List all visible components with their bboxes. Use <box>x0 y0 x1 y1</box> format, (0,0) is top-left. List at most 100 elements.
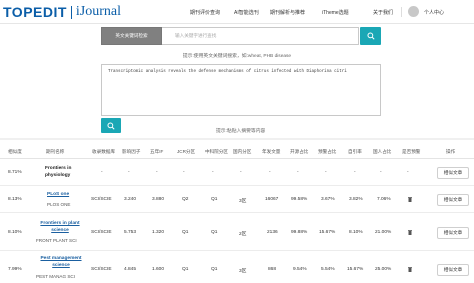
col-jcr: JCR分区 <box>177 149 196 154</box>
nav-item-about[interactable]: 关于我们 <box>373 9 393 16</box>
oa-ratio: 9.54% <box>293 267 307 272</box>
warn-ratio: - <box>325 170 327 175</box>
annual-count: 868 <box>268 267 277 272</box>
five-year-if: - <box>156 170 158 175</box>
user-center-link[interactable]: 个人中心 <box>424 9 444 16</box>
domestic-zone: - <box>240 170 242 175</box>
self-cite: 8.10% <box>349 230 363 235</box>
results-table-header: 相似度 期刊名称 收录数据库 影响因子 五年IF JCR分区 中科院分区 国内分… <box>0 145 474 159</box>
similarity: 8.10% <box>8 230 22 235</box>
domestic-zone: 3区 <box>239 269 247 274</box>
nav-item-journal-eval[interactable]: 期刊评价查询 <box>190 9 220 16</box>
logo-topedit: TOPEDIT <box>3 4 67 20</box>
five-year-if: 1.600 <box>152 267 165 272</box>
cas-quartile: Q1 <box>211 230 218 235</box>
col-warning: 是否预警 <box>402 149 421 154</box>
top-navbar: TOPEDIT iJournal 期刊评价查询 AI智能选刊 期刊解析与推荐 i… <box>0 0 474 24</box>
search-icon <box>366 32 375 40</box>
similar-articles-button[interactable]: 相似文章 <box>437 194 469 206</box>
table-row: 8.10% Frontiers in plant science FRONT P… <box>0 214 474 251</box>
logo[interactable]: TOPEDIT iJournal <box>3 3 121 21</box>
col-self-cite: 自引率 <box>348 149 362 154</box>
five-year-if: 3.880 <box>152 197 165 202</box>
journal-name-link[interactable]: Pest management science <box>37 256 85 269</box>
similar-articles-button[interactable]: 相似文章 <box>437 227 469 239</box>
warn-ratio: 5.54% <box>321 267 335 272</box>
database: SCI/SCIE <box>91 230 112 235</box>
oa-ratio: - <box>297 170 299 175</box>
table-row: 8.13% PLoS one PLOS ONE SCI/SCIE 3.240 3… <box>0 187 474 213</box>
similarity: 7.99% <box>8 267 22 272</box>
trash-icon[interactable] <box>408 230 412 235</box>
journal-abbr: PLOS ONE <box>47 202 71 207</box>
cas-quartile: Q1 <box>211 267 218 272</box>
database: SCI/SCIE <box>91 267 112 272</box>
search-icon <box>107 121 115 130</box>
search-type-select[interactable]: 英文关键词检索 <box>101 27 162 45</box>
col-impact-factor: 影响因子 <box>122 149 141 154</box>
nav-item-itheme[interactable]: iTheme选题 <box>322 9 349 16</box>
cn-ratio: 7.06% <box>377 197 391 202</box>
search-button[interactable] <box>360 27 381 45</box>
journal-abbr: FRONT PLANT SCI <box>36 238 77 243</box>
jcr-quartile: Q2 <box>182 197 189 202</box>
col-five-year-if: 五年IF <box>150 149 164 154</box>
trash-icon[interactable] <box>408 197 412 202</box>
journal-name-link[interactable]: Frontiers in plant science <box>38 221 82 234</box>
jcr-quartile: Q1 <box>182 230 189 235</box>
col-warn-ratio: 预警占比 <box>318 149 337 154</box>
annual-count: 16067 <box>265 197 279 202</box>
warn-ratio: 15.67% <box>319 230 336 235</box>
abstract-hint: 提示:粘贴入摘要等内容 <box>216 129 266 134</box>
col-annual: 年发文量 <box>262 149 281 154</box>
similarity: 8.13% <box>8 197 22 202</box>
abstract-search-button[interactable] <box>101 118 121 133</box>
journal-name-link[interactable]: PLoS one <box>47 192 69 197</box>
similar-articles-button[interactable]: 相似文章 <box>437 264 469 276</box>
five-year-if: 1.320 <box>152 230 165 235</box>
jcr-quartile: - <box>183 170 185 175</box>
search-input[interactable]: 输入关键字进行查找 <box>162 27 359 45</box>
annual-count: 2136 <box>267 230 278 235</box>
domestic-zone: 2区 <box>239 232 247 237</box>
impact-factor: 4.845 <box>124 267 137 272</box>
self-cite: 15.67% <box>347 267 364 272</box>
nav-item-journal-analysis[interactable]: 期刊解析与推荐 <box>270 9 305 16</box>
impact-factor: 3.240 <box>124 197 137 202</box>
journal-name: Frontiers in physiology <box>45 166 72 178</box>
cas-quartile: - <box>212 170 214 175</box>
cn-ratio: 25.00% <box>375 267 392 272</box>
logo-ijournal: iJournal <box>75 4 122 19</box>
journal-abbr: PEST MANAG SCI <box>36 274 75 279</box>
avatar[interactable] <box>408 6 419 17</box>
col-cas: 中科院分区 <box>205 149 228 154</box>
similar-articles-button[interactable]: 相似文章 <box>437 167 469 179</box>
database: - <box>101 170 103 175</box>
trash-icon[interactable] <box>408 267 412 272</box>
keyword-hint: 提示:使用英文关键词搜索，如:wheat, PHB disease <box>182 54 292 59</box>
database: SCI/SCIE <box>91 197 112 202</box>
impact-factor: 5.753 <box>124 230 137 235</box>
self-cite: - <box>354 170 356 175</box>
col-similarity: 相似度 <box>8 149 22 154</box>
col-journal-name: 期刊名称 <box>46 149 65 154</box>
table-row: 8.71% Frontiers in physiology - - - - - … <box>0 160 474 186</box>
abstract-textarea[interactable]: Transcriptomic analysis reveals the defe… <box>101 64 381 116</box>
col-cn-ratio: 国人占比 <box>373 149 392 154</box>
cn-ratio: - <box>380 170 382 175</box>
logo-divider <box>70 5 72 19</box>
impact-factor: - <box>128 170 130 175</box>
jcr-quartile: Q1 <box>182 267 189 272</box>
nav-divider <box>401 7 402 17</box>
annual-count: - <box>269 170 271 175</box>
section-divider <box>0 138 474 140</box>
nav-item-ai-select[interactable]: AI智能选刊 <box>234 9 259 16</box>
oa-ratio: 99.88% <box>291 230 308 235</box>
col-action: 操作 <box>446 149 456 154</box>
col-domestic: 国内分区 <box>233 149 252 154</box>
oa-ratio: 99.58% <box>291 197 308 202</box>
table-row: 7.99% Pest management science PEST MANAG… <box>0 252 474 283</box>
similarity: 8.71% <box>8 170 22 175</box>
keyword-search-bar: 英文关键词检索 输入关键字进行查找 <box>101 27 381 45</box>
domestic-zone: 3区 <box>239 199 247 204</box>
